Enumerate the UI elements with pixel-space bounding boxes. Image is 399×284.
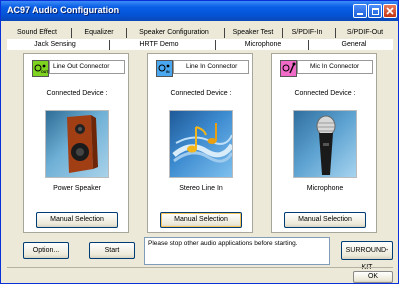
tab-jack-sensing[interactable]: Jack Sensing — [9, 39, 101, 50]
close-button[interactable] — [383, 4, 397, 18]
close-icon — [386, 7, 394, 15]
connected-device-label: Connected Device : — [46, 90, 108, 97]
tab-separator — [335, 28, 336, 38]
connected-device-label: Connected Device : — [170, 90, 232, 97]
maximize-icon — [372, 8, 379, 15]
tab-general[interactable]: General — [319, 39, 389, 50]
footer-divider — [7, 267, 393, 268]
connector-label: Line Out Connector — [49, 60, 125, 74]
tab-separator — [126, 28, 127, 38]
mic-in-panel: Mic In Connector Connected Device : Micr… — [271, 53, 377, 233]
tab-spdif-in[interactable]: S/PDIF-In — [287, 27, 327, 38]
tab-sound-effect[interactable]: Sound Effect — [9, 27, 65, 38]
ok-button[interactable]: OK — [353, 271, 393, 283]
tab-speaker-configuration[interactable]: Speaker Configuration — [129, 27, 219, 38]
tab-equalizer[interactable]: Equalizer — [77, 27, 121, 38]
line-out-panel: OUT Line Out Connector Connected Device … — [23, 53, 129, 233]
tab-separator — [109, 40, 110, 50]
music-notes-icon — [169, 110, 233, 178]
connector-label: Mic In Connector — [297, 60, 373, 74]
option-button[interactable]: Option... — [23, 242, 69, 259]
microphone-icon — [293, 110, 357, 178]
tab-separator — [215, 40, 216, 50]
app-window: AC97 Audio Configuration Sound Effect Eq… — [0, 0, 399, 284]
tab-spdif-out[interactable]: S/PDIF-Out — [341, 27, 389, 38]
manual-selection-button[interactable]: Manual Selection — [160, 212, 242, 228]
device-name: Stereo Line In — [179, 185, 223, 192]
tab-separator — [224, 28, 225, 38]
status-message: Please stop other audio applications bef… — [148, 240, 298, 247]
surround-kit-button[interactable]: SURROUND-KIT — [341, 241, 393, 271]
tab-separator — [308, 40, 309, 50]
maximize-button[interactable] — [368, 4, 382, 18]
connector-label: Line In Connector — [173, 60, 249, 74]
manual-selection-button[interactable]: Manual Selection — [36, 212, 118, 228]
device-name: Power Speaker — [53, 185, 101, 192]
manual-selection-button[interactable]: Manual Selection — [284, 212, 366, 228]
minimize-button[interactable] — [353, 4, 367, 18]
tab-separator — [282, 28, 283, 38]
line-in-panel: IN Line In Connector Connected Device : … — [147, 53, 253, 233]
tab-microphone[interactable]: Microphone — [223, 39, 303, 50]
device-name: Microphone — [306, 185, 344, 192]
status-message-box: Please stop other audio applications bef… — [144, 237, 330, 265]
line-in-jack-icon: IN — [156, 60, 173, 77]
speaker-icon — [45, 110, 109, 178]
jack-out-text: OUT — [41, 70, 49, 74]
minimize-icon — [357, 13, 363, 15]
connected-device-label: Connected Device : — [294, 90, 356, 97]
start-button[interactable]: Start — [89, 242, 135, 259]
mic-in-jack-icon — [280, 60, 297, 77]
jack-in-text: IN — [166, 70, 170, 74]
tab-speaker-test[interactable]: Speaker Test — [229, 27, 277, 38]
tab-separator — [71, 28, 72, 38]
line-out-jack-icon: OUT — [32, 60, 49, 77]
window-title: AC97 Audio Configuration — [7, 5, 120, 15]
title-bar[interactable]: AC97 Audio Configuration — [1, 1, 398, 21]
tab-hrtf-demo[interactable]: HRTF Demo — [113, 39, 205, 50]
